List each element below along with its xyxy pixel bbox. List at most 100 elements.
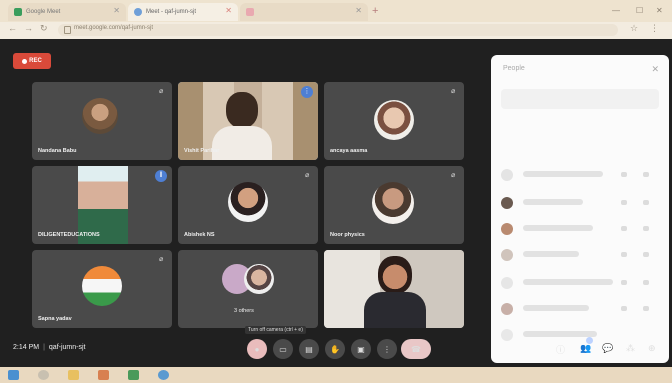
raise-hand-button[interactable]: ✋ xyxy=(325,339,345,359)
mic-icon[interactable] xyxy=(621,172,627,177)
mic-toggle-button[interactable]: ● xyxy=(247,339,267,359)
more-options-icon[interactable]: ⋮ xyxy=(301,86,313,98)
tab-favicon-icon xyxy=(246,8,254,16)
participant-list-item[interactable] xyxy=(501,221,661,237)
participant-tile[interactable]: ⌀ Abishek NS xyxy=(178,166,318,244)
camera-toggle-button[interactable]: ▭ xyxy=(273,339,293,359)
self-body xyxy=(364,292,426,328)
participant-avatar xyxy=(501,197,513,209)
others-avatar xyxy=(244,264,274,294)
mic-icon[interactable] xyxy=(621,226,627,231)
close-tab-icon[interactable]: ✕ xyxy=(355,6,362,15)
tab-third[interactable]: ✕ xyxy=(240,3,368,21)
captions-button[interactable]: ▤ xyxy=(299,339,319,359)
reload-icon[interactable]: ↻ xyxy=(40,23,48,34)
recording-badge: REC xyxy=(13,53,51,69)
participant-avatar xyxy=(501,223,513,235)
participant-list-item[interactable] xyxy=(501,247,661,263)
participant-avatar xyxy=(501,169,513,181)
self-view-tile[interactable] xyxy=(324,250,464,328)
participant-avatar xyxy=(501,277,513,289)
participant-avatar xyxy=(501,249,513,261)
participant-name xyxy=(523,279,613,285)
participant-tile[interactable]: ⋮ Vishit Parihar xyxy=(178,82,318,160)
address-bar-row: ← → ↻ meet.google.com/qaf-jumn-sjt ☆ ⋮ xyxy=(0,22,672,39)
participant-body xyxy=(212,126,272,160)
meeting-info: 2:14 PM | qaf-jumn-sjt xyxy=(13,344,86,351)
activities-icon[interactable]: ⁂ xyxy=(626,343,635,354)
present-button[interactable]: ▣ xyxy=(351,339,371,359)
windows-start-icon[interactable] xyxy=(8,370,19,380)
meeting-controls-bar: 2:14 PM | qaf-jumn-sjt Turn off camera (ct… xyxy=(0,326,672,367)
close-panel-icon[interactable]: ✕ xyxy=(651,64,659,75)
search-icon[interactable] xyxy=(38,370,49,380)
new-tab-icon[interactable]: + xyxy=(372,5,378,17)
close-tab-icon[interactable]: ✕ xyxy=(225,6,232,15)
info-icon[interactable]: ⓘ xyxy=(556,343,565,356)
address-bar[interactable]: meet.google.com/qaf-jumn-sjt xyxy=(58,24,618,36)
participant-list-item[interactable] xyxy=(501,195,661,211)
people-panel: People ✕ xyxy=(491,55,669,363)
window-close-icon[interactable]: ✕ xyxy=(656,6,663,15)
browser-menu-icon[interactable]: ⋮ xyxy=(650,23,659,34)
tab-google-meet[interactable]: Google Meet ✕ xyxy=(8,3,126,21)
meet-favicon-icon xyxy=(14,8,22,16)
leave-call-button[interactable]: ☎ xyxy=(401,339,431,359)
more-options-button[interactable]: ⋮ xyxy=(377,339,397,359)
more-icon[interactable] xyxy=(643,306,649,311)
more-icon[interactable] xyxy=(643,252,649,257)
participant-video xyxy=(372,182,414,224)
participant-video xyxy=(82,98,118,134)
speaking-indicator-icon: ‖ xyxy=(155,170,167,182)
participant-list-item[interactable] xyxy=(501,301,661,317)
participant-tile[interactable]: ‖ DILIGENTEDUCATIONS xyxy=(32,166,172,244)
forward-icon[interactable]: → xyxy=(24,23,33,33)
tab-meet[interactable]: Meet - qaf-jumn-sjt ✕ xyxy=(128,3,238,21)
add-people-row[interactable] xyxy=(501,89,659,109)
participant-video xyxy=(228,182,268,222)
mic-icon[interactable] xyxy=(621,200,627,205)
participant-name xyxy=(523,171,603,177)
participant-list-item[interactable] xyxy=(501,275,661,291)
mic-off-icon: ⌀ xyxy=(451,172,456,179)
mic-icon[interactable] xyxy=(621,252,627,257)
minimize-icon[interactable]: — xyxy=(612,6,620,15)
meet-window: REC ⌀ Nandana Babu ⋮ Vishit Parihar ⌀ an… xyxy=(0,39,672,367)
more-icon[interactable] xyxy=(643,226,649,231)
meet-tab-favicon-icon xyxy=(134,8,142,16)
file-explorer-icon[interactable] xyxy=(68,370,79,380)
participant-tile[interactable]: ⌀ Nandana Babu xyxy=(32,82,172,160)
maximize-icon[interactable]: ☐ xyxy=(636,6,643,15)
self-head xyxy=(378,256,412,294)
participant-name xyxy=(523,225,593,231)
participant-tile[interactable]: 3 others xyxy=(178,250,318,328)
chrome-icon[interactable] xyxy=(158,370,169,380)
mic-off-icon: ⌀ xyxy=(159,256,164,263)
more-icon[interactable] xyxy=(643,200,649,205)
people-icon[interactable]: 👥 xyxy=(580,343,591,354)
participant-name xyxy=(523,305,589,311)
participant-list-item[interactable] xyxy=(501,167,661,183)
more-icon[interactable] xyxy=(643,172,649,177)
mic-off-icon: ⌀ xyxy=(451,88,456,95)
more-icon[interactable] xyxy=(643,280,649,285)
bookmark-star-icon[interactable]: ☆ xyxy=(630,23,638,34)
camera-tooltip: Turn off camera (ctrl + e) xyxy=(245,326,306,334)
lock-icon xyxy=(64,26,71,34)
chat-icon[interactable]: 💬 xyxy=(602,343,613,354)
app-icon[interactable] xyxy=(98,370,109,380)
participant-tile[interactable]: ⌀ Noor physics xyxy=(324,166,464,244)
mic-icon[interactable] xyxy=(621,306,627,311)
host-controls-icon[interactable]: ⊕ xyxy=(648,343,656,354)
mic-icon[interactable] xyxy=(621,280,627,285)
india-flag-avatar xyxy=(82,266,122,306)
mic-off-icon: ⌀ xyxy=(159,88,164,95)
participant-tile[interactable]: ⌀ ancaya aasma xyxy=(324,82,464,160)
app-icon[interactable] xyxy=(128,370,139,380)
mic-off-icon: ⌀ xyxy=(305,172,310,179)
participant-tile[interactable]: ⌀ Sapna yadav xyxy=(32,250,172,328)
participant-video xyxy=(374,100,414,140)
close-tab-icon[interactable]: ✕ xyxy=(113,6,120,15)
back-icon[interactable]: ← xyxy=(8,23,17,33)
participant-avatar xyxy=(501,303,513,315)
